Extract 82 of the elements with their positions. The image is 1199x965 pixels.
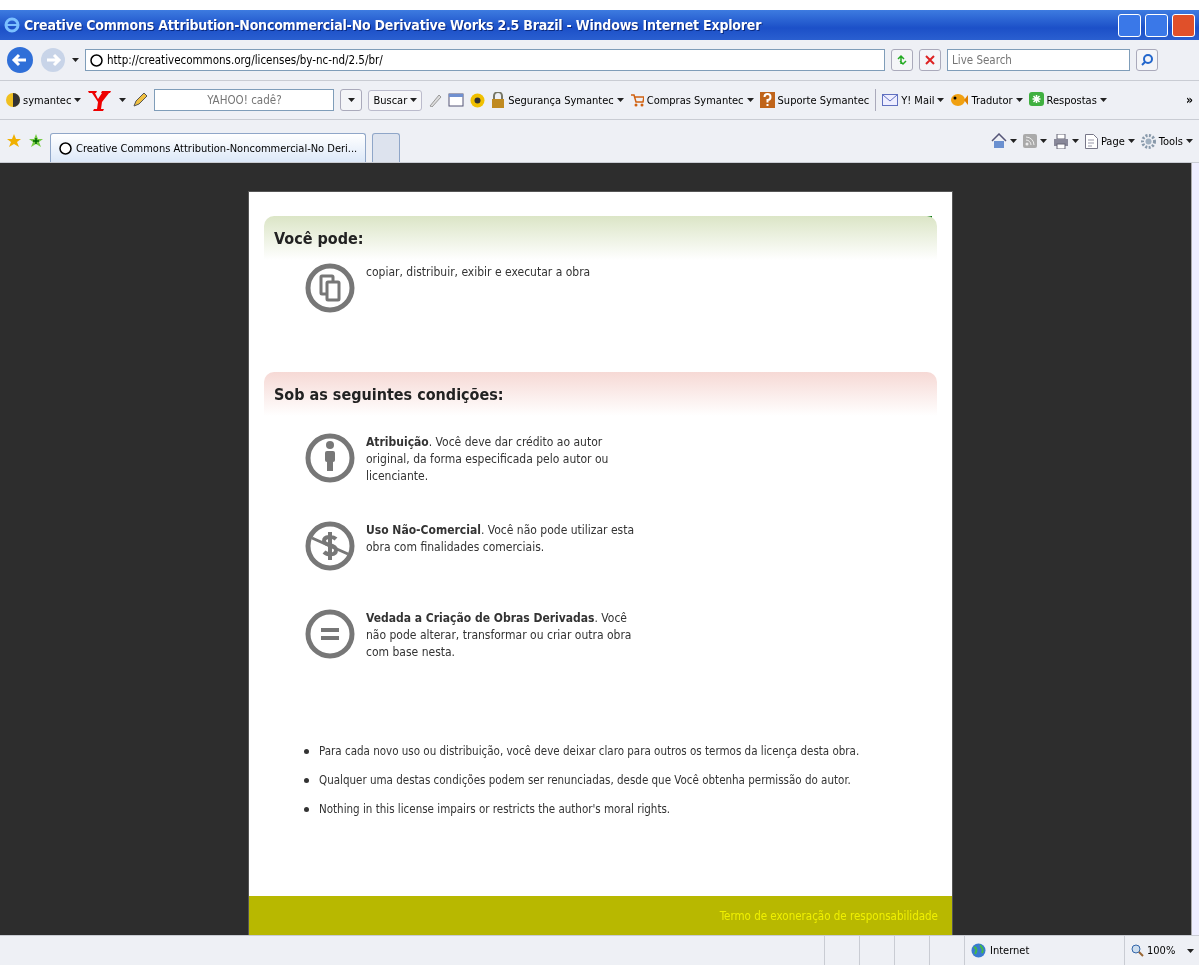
back-button[interactable]: [6, 46, 34, 74]
search-button[interactable]: [1136, 49, 1158, 71]
search-icon: [1141, 54, 1153, 66]
caret-icon[interactable]: [74, 98, 82, 102]
command-menu[interactable]: Tools: [1140, 133, 1193, 149]
fish-icon: [950, 93, 969, 107]
condition-text: Vedada a Criação de Obras Derivadas. Você não pode alterar, transformar ou criar outra obra com base nesta.: [366, 610, 633, 661]
caret-icon[interactable]: [616, 98, 624, 102]
buscar-button[interactable]: Buscar: [368, 89, 423, 111]
browser-logo-icon: [4, 17, 20, 33]
note-text: Para cada novo uso ou distribuição, você deve deixar claro para outros os termos da licença desta obra.: [319, 744, 860, 758]
bullet-icon: [304, 748, 309, 754]
close-icon: [925, 55, 935, 65]
gear-icon: [1140, 133, 1156, 149]
condition-text: Uso Não-Comercial. Você não pode utilizar esta obra com finalidades comerciais.: [366, 522, 636, 556]
zoom-button[interactable]: 100%: [1131, 944, 1176, 957]
yahoo-search-field[interactable]: YAHOO! cadê?: [154, 89, 335, 111]
refresh-icon: [896, 54, 908, 66]
caret-icon[interactable]: [1187, 948, 1195, 953]
cart-icon: [629, 93, 644, 107]
command-button[interactable]: [1022, 134, 1047, 148]
window-title: Creative Commons Attribution-Noncommercial-No Derivative Works 2.5 Brazil - Windows Internet Explorer: [24, 17, 763, 33]
symantec-logo-icon: [6, 93, 20, 107]
bullet-icon: [304, 806, 309, 812]
printer-icon[interactable]: [1052, 133, 1069, 149]
magnifier-icon: [1131, 944, 1144, 957]
help-icon: [759, 92, 775, 108]
minimize-button[interactable]: [1118, 13, 1141, 37]
star-icon[interactable]: [6, 133, 22, 149]
zone-text: Internet: [990, 944, 1030, 957]
dropdown-button[interactable]: [340, 89, 363, 111]
condition-text: Atribuição. Você deve dar crédito ao autor original, da forma especificada pelo autor ou licenciante.: [366, 434, 610, 485]
caret-icon[interactable]: [1039, 139, 1047, 143]
refresh-button[interactable]: [891, 49, 913, 71]
toolbar-menu-item[interactable]: Respostas: [1028, 92, 1107, 108]
stop-button[interactable]: [919, 49, 941, 71]
toolbar-menu-item[interactable]: Tradutor: [950, 93, 1023, 107]
command-menu[interactable]: Page: [1084, 133, 1135, 149]
badge-icon[interactable]: [470, 92, 486, 108]
caret-icon[interactable]: [1071, 139, 1079, 143]
caret-icon[interactable]: [1009, 139, 1017, 143]
address-field[interactable]: http://creativecommons.org/licenses/by-nc-nd/2.5/br/: [85, 49, 885, 71]
overflow-button[interactable]: »: [1186, 93, 1193, 107]
permission-text: copiar, distribuir, exibir e executar a obra: [366, 264, 592, 281]
page-icon: [1084, 133, 1098, 149]
globe-icon: [971, 943, 986, 958]
bullet-icon: [304, 777, 309, 783]
section-heading: Você pode:: [264, 216, 937, 260]
url-text: http://creativecommons.org/licenses/by-nc-nd/2.5/br/: [107, 53, 384, 67]
pencil-icon[interactable]: [132, 92, 149, 108]
toolbar-menu-item[interactable]: Y! Mail: [882, 93, 945, 107]
answers-icon: [1028, 92, 1044, 108]
caret-icon[interactable]: [1186, 139, 1193, 143]
command-button[interactable]: [990, 133, 1017, 149]
command-button[interactable]: [1052, 133, 1079, 149]
note-text: Qualquer uma destas condições podem ser renunciadas, desde que Você obtenha permissão do autor.: [319, 773, 851, 787]
toolbar-menu-item[interactable]: Suporte Symantec: [759, 92, 870, 108]
caret-icon[interactable]: [746, 98, 754, 102]
caret-icon[interactable]: [410, 98, 418, 102]
symantec-menu[interactable]: symantec: [6, 93, 82, 107]
caret-icon[interactable]: [119, 98, 127, 102]
search-field[interactable]: Live Search: [947, 49, 1130, 71]
lock-icon: [491, 92, 506, 108]
caret-icon[interactable]: [347, 98, 355, 102]
close-button[interactable]: [1172, 13, 1195, 37]
section-heading: Sob as seguintes condições:: [264, 372, 937, 416]
browser-tab[interactable]: Creative Commons Attribution-Noncommercial-No Deri...: [50, 133, 367, 162]
caret-icon[interactable]: [1015, 98, 1023, 102]
add-favorite-icon[interactable]: [28, 133, 44, 149]
scrollbar[interactable]: [1191, 163, 1199, 935]
mail-icon: [882, 94, 899, 106]
caret-icon[interactable]: [937, 98, 945, 102]
toolbar-menu-item[interactable]: Compras Symantec: [629, 93, 754, 107]
home-icon[interactable]: [990, 133, 1007, 149]
caret-icon[interactable]: [72, 58, 79, 62]
yahoo-logo-icon[interactable]: [87, 89, 114, 111]
restore-button[interactable]: [1145, 13, 1168, 37]
toolbar-menu-item[interactable]: Segurança Symantec: [491, 92, 624, 108]
caret-icon[interactable]: [1127, 139, 1135, 143]
caret-icon[interactable]: [1099, 98, 1107, 102]
window-icon[interactable]: [448, 93, 465, 107]
note-text: Nothing in this license impairs or restricts the author's moral rights.: [319, 802, 671, 816]
